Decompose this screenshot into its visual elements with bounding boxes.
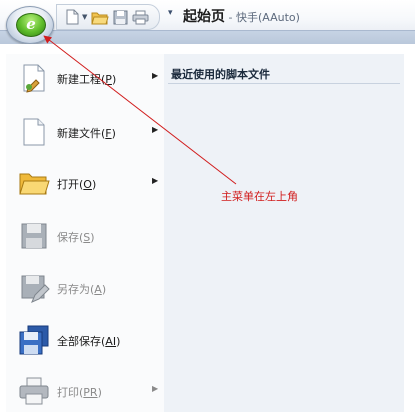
submenu-arrow-icon: ▶ [152,125,159,134]
menu-commands: 新建工程(P) ▶ 新建文件(F) ▶ 打开(O) ▶ 保存(S) 另存为(A)… [6,54,165,412]
menu-item-label: 新建文件 [57,127,101,140]
menu-item-label: 保存 [57,231,79,244]
application-menu-button[interactable]: e [6,6,54,44]
app-logo-glyph: e [26,15,36,33]
title-bar: e ▼ ▾ 起始页 - 快手(AAuto) [0,0,415,45]
open-folder-icon [18,167,50,199]
menu-item-new-file[interactable]: 新建文件(F) ▶ [6,110,164,154]
window-title: 起始页 - 快手(AAuto) [183,6,300,26]
menu-item-print[interactable]: 打印(PR) ▶ [6,369,164,413]
menu-item-save-all[interactable]: 全部保存(AI) [6,318,164,362]
annotation-label: 主菜单在左上角 [221,190,298,203]
accelerator-key: PR [83,386,98,399]
page-title: 起始页 [183,9,225,25]
menu-item-label: 打开 [57,178,79,191]
menu-item-label: 新建工程 [57,73,101,86]
submenu-arrow-icon: ▶ [152,71,159,80]
open-folder-icon[interactable] [91,8,110,26]
application-menu: 新建工程(P) ▶ 新建文件(F) ▶ 打开(O) ▶ 保存(S) 另存为(A)… [0,44,415,412]
menu-item-open[interactable]: 打开(O) ▶ [6,161,164,205]
menu-item-save[interactable]: 保存(S) [6,214,164,258]
customize-qat-dropdown[interactable]: ▾ [168,8,173,18]
print-icon[interactable] [131,8,149,26]
accelerator-key: P [105,73,112,86]
save-as-icon [18,272,50,304]
new-dropdown-caret[interactable]: ▼ [82,13,87,21]
app-logo-icon: e [16,13,46,37]
quick-access-toolbar: ▼ [56,4,161,30]
save-icon [18,220,50,252]
accelerator-key: A [94,283,102,296]
app-name: 快手(AAuto) [235,11,300,24]
new-icon[interactable] [63,8,81,26]
menu-item-new-project[interactable]: 新建工程(P) ▶ [6,56,164,100]
accelerator-key: AI [105,335,117,348]
new-project-icon [18,62,50,94]
accelerator-key: F [105,127,112,140]
save-all-icon [18,324,50,356]
title-separator: - [225,11,236,24]
accelerator-key: S [83,231,91,244]
menu-item-label: 另存为 [57,283,90,296]
ribbon-strip [0,30,415,45]
new-file-icon [18,116,50,148]
menu-item-label: 全部保存 [57,335,101,348]
recent-files-heading: 最近使用的脚本文件 [171,68,270,81]
save-icon[interactable] [111,8,129,26]
menu-item-save-as[interactable]: 另存为(A) [6,266,164,310]
menu-item-label: 打印 [57,386,79,399]
print-icon [18,375,50,407]
submenu-arrow-icon: ▶ [152,384,159,393]
accelerator-key: O [83,178,92,191]
recent-files-panel: 最近使用的脚本文件 [164,54,404,412]
divider [168,83,400,84]
submenu-arrow-icon: ▶ [152,176,159,185]
